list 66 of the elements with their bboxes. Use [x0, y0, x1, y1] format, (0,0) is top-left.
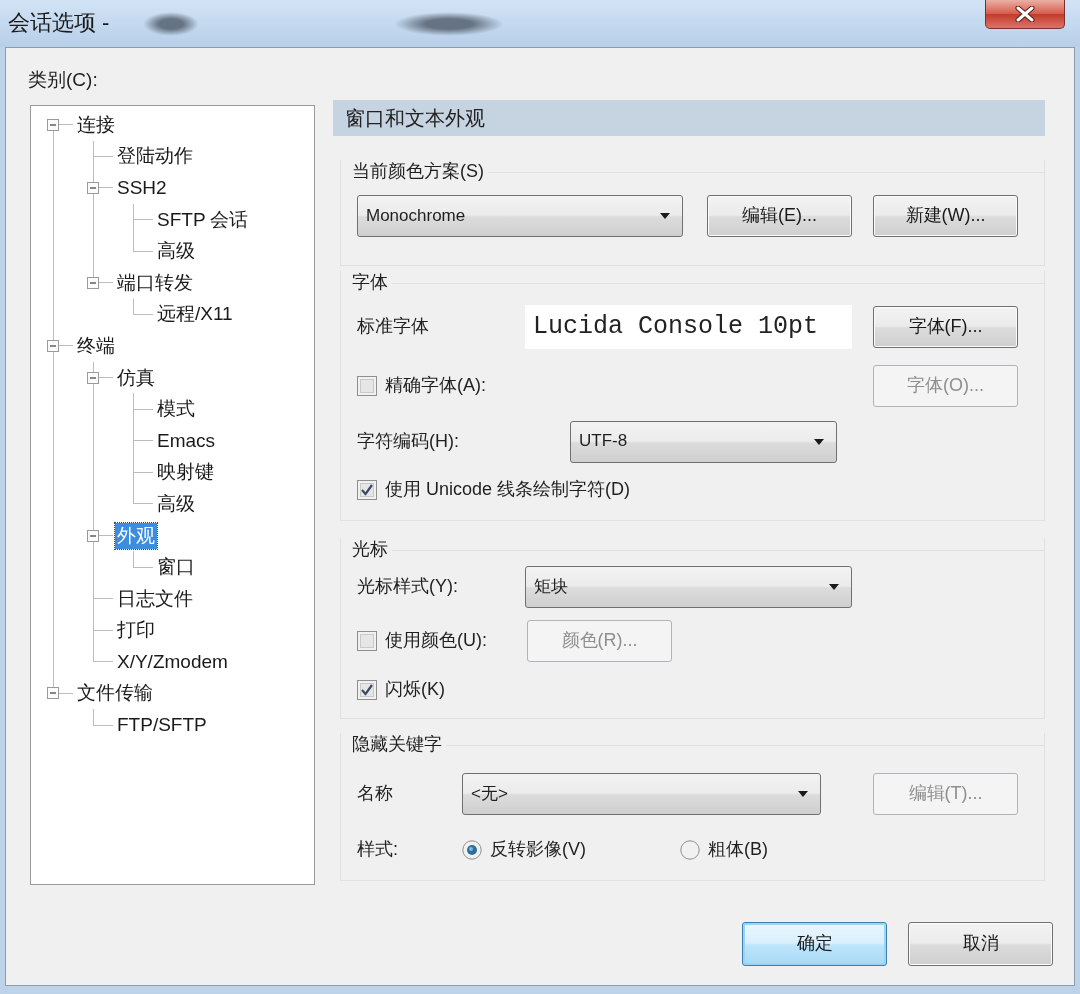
color-scheme-dropdown[interactable]: Monochrome — [357, 195, 683, 237]
tree-item[interactable]: 打印 — [115, 617, 157, 644]
unicode-lines-label: 使用 Unicode 线条绘制字符(D) — [385, 479, 631, 501]
cursor-style-dropdown[interactable]: 矩块 — [525, 566, 852, 608]
style-label: 样式: — [357, 839, 398, 861]
radio-button[interactable] — [462, 840, 482, 860]
cancel-button[interactable]: 取消 — [908, 922, 1053, 966]
category-label: 类别(C): — [28, 68, 98, 92]
precise-font-checkbox[interactable] — [357, 376, 377, 396]
group-title: 隐藏关键字 — [352, 734, 442, 756]
group-title: 光标 — [352, 539, 388, 561]
panel-header: 窗口和文本外观 — [333, 100, 1045, 136]
tree-item[interactable]: SFTP 会话 — [155, 206, 251, 233]
new-scheme-button[interactable]: 新建(W)... — [873, 195, 1018, 237]
blink-label: 闪烁(K) — [385, 679, 445, 701]
tree-item[interactable]: SSH2 — [115, 175, 169, 201]
tree-item[interactable]: 模式 — [155, 396, 197, 423]
caret-icon — [660, 213, 670, 219]
caret-icon — [798, 791, 808, 797]
group-title: 当前颜色方案(S) — [352, 161, 484, 183]
tree-item[interactable]: 连接 — [75, 111, 117, 138]
encoding-dropdown[interactable]: UTF-8 — [570, 420, 837, 463]
tree-item[interactable]: 高级 — [155, 238, 197, 265]
ok-button[interactable]: 确定 — [742, 922, 887, 966]
unicode-lines-checkbox[interactable] — [357, 480, 377, 500]
precise-font-label: 精确字体(A): — [385, 375, 486, 397]
tree-item[interactable]: FTP/SFTP — [115, 712, 209, 739]
radio-button[interactable] — [680, 840, 700, 860]
tree-item[interactable]: 高级 — [155, 490, 197, 517]
minus-box-icon[interactable] — [87, 276, 99, 289]
encoding-label: 字符编码(H): — [357, 430, 459, 453]
tree-item[interactable]: 文件传输 — [75, 680, 155, 707]
minus-box-icon[interactable] — [47, 118, 59, 131]
tree-item[interactable]: 窗口 — [155, 554, 197, 581]
standard-font-label: 标准字体 — [357, 316, 429, 338]
close-icon — [1014, 6, 1036, 22]
cursor-style-label: 光标样式(Y): — [357, 576, 458, 598]
group-title: 字体 — [352, 272, 388, 294]
minus-box-icon[interactable] — [87, 529, 99, 542]
minus-box-icon[interactable] — [47, 687, 59, 700]
tree-item[interactable]: 登陆动作 — [115, 143, 195, 170]
tree-item[interactable]: 映射键 — [155, 459, 216, 486]
minus-box-icon[interactable] — [87, 182, 99, 194]
tree-item[interactable]: 日志文件 — [115, 585, 195, 612]
minus-box-icon[interactable] — [87, 371, 99, 384]
tree-item[interactable]: 远程/X11 — [155, 301, 235, 328]
close-button[interactable] — [985, 0, 1065, 29]
minus-box-icon[interactable] — [47, 339, 59, 352]
use-color-checkbox[interactable] — [357, 630, 377, 651]
font-button[interactable]: 字体(F)... — [873, 306, 1018, 348]
use-color-label: 使用颜色(U): — [385, 629, 487, 652]
tree-item[interactable]: 仿真 — [115, 364, 157, 391]
keyword-name-dropdown[interactable]: <无> — [462, 773, 821, 815]
tree-item[interactable]: Emacs — [155, 427, 218, 454]
caret-icon — [829, 584, 839, 590]
font-preview: Lucida Console 10pt — [525, 305, 852, 349]
blink-checkbox[interactable] — [357, 680, 377, 700]
edit-scheme-button[interactable]: 编辑(E)... — [707, 195, 852, 237]
radio-label: 粗体(B) — [708, 839, 768, 861]
caret-icon — [814, 438, 824, 445]
window-title: 会话选项 - — [8, 10, 110, 36]
tree-item[interactable]: 端口转发 — [115, 269, 195, 296]
tree-item[interactable]: 终端 — [75, 332, 117, 359]
radio-label: 反转影像(V) — [490, 839, 586, 861]
keyword-name-label: 名称 — [357, 783, 393, 805]
tree-item[interactable]: X/Y/Zmodem — [115, 648, 230, 675]
